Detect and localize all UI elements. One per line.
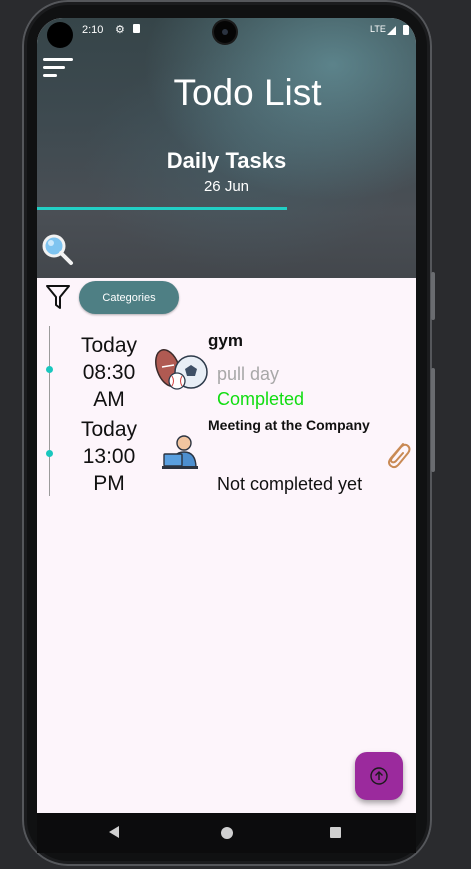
task-period: PM bbox=[93, 472, 125, 495]
task-time: Today 13:00 PM bbox=[67, 416, 151, 497]
phone-side-button bbox=[431, 272, 435, 320]
header-date: 26 Jun bbox=[203, 178, 250, 195]
settings-icon: ⚙ bbox=[115, 24, 125, 36]
task-title: Meeting at the Company bbox=[208, 417, 370, 433]
network-type: LTE bbox=[370, 24, 386, 34]
timeline-dot bbox=[46, 450, 53, 457]
status-time: 2:10 bbox=[82, 24, 104, 36]
search-icon[interactable] bbox=[41, 233, 75, 267]
task-day: Today bbox=[80, 334, 138, 357]
home-icon[interactable] bbox=[221, 827, 233, 839]
daily-progress-fill bbox=[37, 207, 288, 210]
app-screen: 2:10 ⚙ LTE Todo List Daily Tasks 26 Jun bbox=[37, 18, 416, 813]
app-title: Todo List bbox=[173, 72, 322, 113]
front-camera bbox=[214, 21, 236, 43]
section-title: Daily Tasks bbox=[166, 148, 287, 173]
back-icon[interactable] bbox=[109, 826, 119, 838]
office-worker-icon bbox=[162, 434, 200, 472]
status-bar: 2:10 ⚙ LTE bbox=[37, 18, 416, 48]
task-status: Not completed yet bbox=[217, 474, 363, 494]
upload-icon bbox=[370, 767, 388, 785]
timeline-line bbox=[49, 326, 50, 496]
sd-card-icon bbox=[133, 24, 140, 33]
task-status: Completed bbox=[217, 389, 305, 409]
phone-side-button bbox=[431, 368, 435, 472]
task-clock: 13:00 bbox=[82, 445, 136, 468]
filter-icon[interactable] bbox=[45, 283, 71, 311]
paperclip-icon[interactable] bbox=[383, 438, 411, 470]
task-clock: 08:30 bbox=[82, 361, 136, 384]
task-period: AM bbox=[93, 388, 125, 411]
categories-button[interactable]: Categories bbox=[79, 281, 179, 314]
signal-icon bbox=[387, 26, 396, 35]
camera-cutout bbox=[47, 22, 73, 48]
recents-icon[interactable] bbox=[330, 827, 341, 838]
timeline-dot bbox=[46, 366, 53, 373]
header-banner: 2:10 ⚙ LTE Todo List Daily Tasks 26 Jun bbox=[37, 18, 416, 278]
sports-icon bbox=[153, 348, 211, 392]
add-task-fab[interactable] bbox=[355, 752, 403, 800]
task-title: gym bbox=[208, 331, 243, 350]
daily-progress-bar bbox=[37, 207, 416, 210]
battery-icon bbox=[403, 25, 409, 35]
task-time: Today 08:30 AM bbox=[67, 332, 151, 413]
system-nav-bar bbox=[37, 813, 416, 853]
task-description: pull day bbox=[217, 364, 280, 384]
task-day: Today bbox=[80, 418, 138, 441]
